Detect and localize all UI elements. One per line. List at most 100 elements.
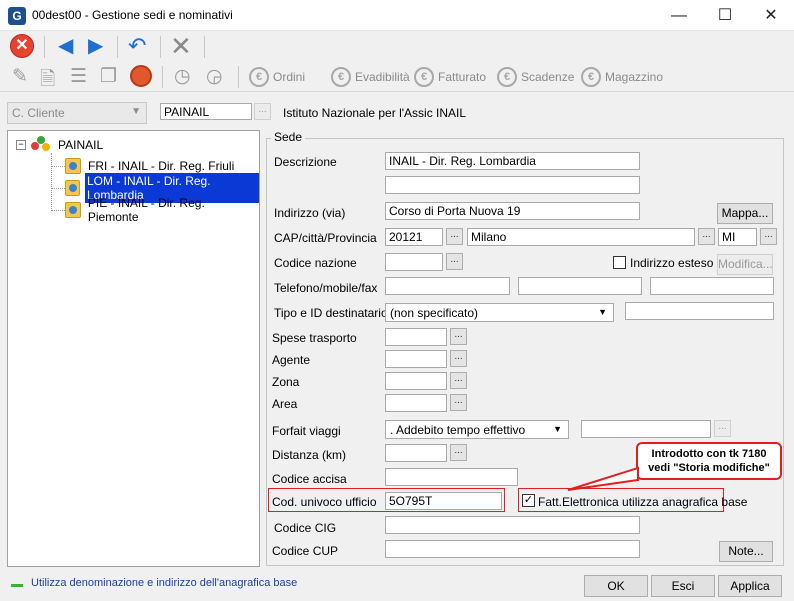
area-lookup-button[interactable]: ... bbox=[450, 394, 467, 411]
cap-lookup-button[interactable]: ... bbox=[446, 228, 463, 245]
spese-lookup-button[interactable]: ... bbox=[450, 328, 467, 345]
tree-root[interactable]: − PAINAIL bbox=[16, 135, 105, 155]
maximize-button[interactable]: ☐ bbox=[702, 0, 748, 31]
forfait-viaggi-select[interactable]: . Addebito tempo effettivo ▼ bbox=[385, 420, 569, 439]
note-button[interactable]: Note... bbox=[719, 541, 773, 562]
area-field[interactable] bbox=[385, 394, 447, 412]
chevron-down-icon: ▼ bbox=[553, 424, 562, 434]
customer-type-select[interactable]: C. Cliente ▼ bbox=[7, 102, 147, 124]
indirizzo-esteso-checkbox[interactable] bbox=[613, 256, 626, 269]
citta-lookup-button[interactable]: ... bbox=[698, 228, 715, 245]
customer-type-value: C. Cliente bbox=[12, 106, 65, 120]
cod-univoco-label: Cod. univoco ufficio bbox=[272, 495, 377, 509]
provincia-lookup-button[interactable]: ... bbox=[760, 228, 777, 245]
toolbar-invoiced[interactable]: € Fatturato bbox=[414, 66, 486, 88]
next-icon[interactable]: ▶ bbox=[88, 35, 103, 57]
forfait-viaggi-value: . Addebito tempo effettivo bbox=[390, 423, 526, 437]
customer-code-field[interactable]: PAINAIL bbox=[160, 103, 252, 120]
codice-cup-label: Codice CUP bbox=[272, 544, 339, 558]
distanza-lookup-button[interactable]: ... bbox=[450, 444, 467, 461]
tipo-destinatario-select[interactable]: (non specificato) ▼ bbox=[385, 303, 614, 322]
modifica-button[interactable]: Modifica... bbox=[717, 254, 773, 275]
distanza-field[interactable] bbox=[385, 444, 447, 462]
applica-button[interactable]: Applica bbox=[718, 575, 782, 597]
citta-field[interactable]: Milano bbox=[467, 228, 695, 246]
minimize-button[interactable]: — bbox=[656, 0, 702, 31]
toolbar-fulfillable[interactable]: € Evadibilità bbox=[331, 66, 410, 88]
tree-line bbox=[51, 153, 52, 211]
ok-button[interactable]: OK bbox=[584, 575, 648, 597]
collapse-icon[interactable]: − bbox=[16, 140, 26, 150]
exit-icon[interactable]: ✕ bbox=[10, 34, 34, 58]
fax-field[interactable] bbox=[650, 277, 774, 295]
descrizione-field-2[interactable] bbox=[385, 176, 640, 194]
telefono-field[interactable] bbox=[385, 277, 510, 295]
provincia-field[interactable]: MI bbox=[718, 228, 757, 246]
nazione-lookup-button[interactable]: ... bbox=[446, 253, 463, 270]
customer-lookup-button[interactable]: ... bbox=[254, 103, 271, 120]
callout-line-1: Introdotto con tk 7180 bbox=[651, 448, 767, 460]
window-title: 00dest00 - Gestione sedi e nominativi bbox=[32, 8, 233, 22]
agente-field[interactable] bbox=[385, 350, 447, 368]
previous-icon[interactable]: ◀ bbox=[58, 35, 73, 57]
fatt-elettronica-checkbox[interactable]: ✓ bbox=[522, 494, 535, 507]
status-text: Utilizza denominazione e indirizzo dell'… bbox=[31, 577, 298, 589]
toolbar-orders[interactable]: € Ordini bbox=[249, 66, 305, 88]
mappa-button[interactable]: Mappa... bbox=[717, 203, 773, 224]
edit-icon[interactable]: ✎ bbox=[12, 65, 28, 88]
zona-label: Zona bbox=[272, 375, 300, 389]
agente-label: Agente bbox=[272, 353, 311, 367]
esci-button[interactable]: Esci bbox=[651, 575, 715, 597]
delete-icon[interactable]: ✕ bbox=[170, 31, 192, 62]
id-destinatario-field[interactable] bbox=[625, 302, 774, 320]
sites-tree[interactable]: − PAINAIL FRI - INAIL - Dir. Reg. Friuli… bbox=[7, 130, 260, 567]
codice-cup-field[interactable] bbox=[385, 540, 640, 558]
close-button[interactable]: ✕ bbox=[748, 0, 794, 31]
document-icon[interactable]: 🗎 bbox=[40, 65, 55, 97]
descrizione-field-1[interactable]: INAIL - Dir. Reg. Lombardia bbox=[385, 152, 640, 170]
history-back-icon[interactable]: ◶ bbox=[206, 65, 223, 88]
tree-item-pie[interactable]: PIE - INAIL - Dir. Reg. Piemonte bbox=[65, 196, 259, 224]
forfait-viaggi-field[interactable] bbox=[581, 420, 711, 438]
descrizione-label: Descrizione bbox=[274, 155, 337, 169]
site-icon bbox=[65, 202, 81, 218]
fatt-elettronica-label: Fatt.Elettronica utilizza anagrafica bas… bbox=[538, 495, 748, 509]
spese-trasporto-field[interactable] bbox=[385, 328, 447, 346]
cap-field[interactable]: 20121 bbox=[385, 228, 443, 246]
codice-cig-label: Codice CIG bbox=[274, 521, 337, 535]
tipo-id-label: Tipo e ID destinatario bbox=[274, 306, 388, 320]
toolbar-separator bbox=[204, 36, 205, 58]
note-callout: Introdotto con tk 7180 vedi "Storia modi… bbox=[636, 442, 782, 480]
list-icon[interactable]: ☰ bbox=[70, 65, 87, 88]
app-icon: G bbox=[8, 7, 26, 25]
mobile-field[interactable] bbox=[518, 277, 642, 295]
codice-accisa-field[interactable] bbox=[385, 468, 518, 486]
zona-lookup-button[interactable]: ... bbox=[450, 372, 467, 389]
copy-icon[interactable]: ❐ bbox=[100, 65, 117, 88]
cap-citta-label: CAP/città/Provincia bbox=[274, 231, 377, 245]
toolbar-separator bbox=[238, 66, 239, 88]
codice-nazione-field[interactable] bbox=[385, 253, 443, 271]
deadlines-icon: € bbox=[497, 67, 517, 87]
toolbar-deadlines[interactable]: € Scadenze bbox=[497, 66, 574, 88]
toolbar-orders-label: Ordini bbox=[273, 70, 306, 84]
cod-univoco-field[interactable]: 5O795T bbox=[385, 492, 502, 510]
forfait-lookup-button[interactable]: ... bbox=[714, 420, 731, 437]
toolbar-separator bbox=[44, 36, 45, 58]
toolbar-separator bbox=[160, 36, 161, 58]
agente-lookup-button[interactable]: ... bbox=[450, 350, 467, 367]
warehouse-icon: € bbox=[581, 67, 601, 87]
codice-cig-field[interactable] bbox=[385, 516, 640, 534]
undo-icon[interactable]: ↶ bbox=[128, 33, 146, 59]
zona-field[interactable] bbox=[385, 372, 447, 390]
toolbar-warehouse[interactable]: € Magazzino bbox=[581, 66, 663, 88]
callout-line-2: vedi "Storia modifiche" bbox=[648, 462, 770, 474]
search-person-icon[interactable] bbox=[130, 65, 152, 87]
toolbar-separator bbox=[162, 66, 163, 88]
callout-pointer bbox=[567, 466, 639, 491]
tree-line bbox=[51, 210, 65, 211]
history-icon[interactable]: ◷ bbox=[174, 65, 191, 88]
chevron-down-icon: ▼ bbox=[131, 106, 141, 117]
area-label: Area bbox=[272, 397, 298, 411]
indirizzo-field[interactable]: Corso di Porta Nuova 19 bbox=[385, 202, 640, 220]
